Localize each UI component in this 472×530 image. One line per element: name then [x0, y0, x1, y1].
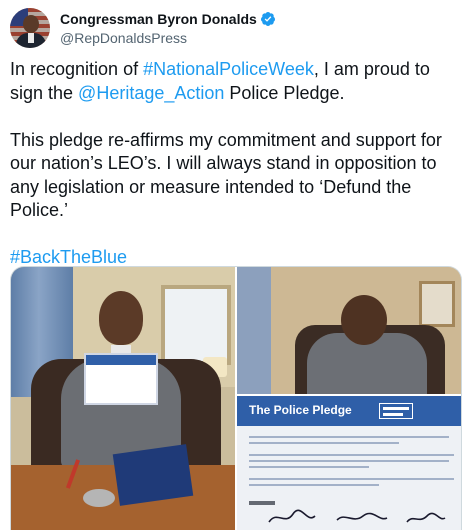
photo-signing-pledge[interactable] [11, 267, 235, 530]
author-display-name[interactable]: Congressman Byron Donalds [60, 11, 257, 27]
pledge-document-title: The Police Pledge [249, 403, 352, 417]
avatar[interactable] [10, 8, 50, 48]
tweet: Congressman Byron Donalds @RepDonaldsPre… [0, 0, 472, 530]
media-grid: The Police Pledge [10, 266, 462, 530]
tweet-header: Congressman Byron Donalds @RepDonaldsPre… [10, 8, 462, 48]
author-names: Congressman Byron Donalds @RepDonaldsPre… [60, 10, 276, 46]
tweet-paragraph: This pledge re-affirms my commitment and… [10, 129, 442, 221]
pledge-document-header: The Police Pledge [237, 396, 461, 426]
text-segment: In recognition of [10, 59, 144, 79]
photo-pledge-document[interactable]: The Police Pledge [237, 396, 461, 530]
hashtag-link[interactable]: #NationalPoliceWeek [143, 59, 314, 79]
verified-badge-icon [260, 12, 275, 26]
tweet-text: In recognition of #NationalPoliceWeek, I… [10, 58, 462, 270]
text-segment: Police Pledge. [224, 82, 345, 103]
heritage-action-logo-icon [379, 403, 413, 419]
author-handle[interactable]: @RepDonaldsPress [60, 30, 276, 46]
photo-signing-desk[interactable] [237, 267, 461, 394]
mention-link[interactable]: @Heritage_Action [78, 83, 224, 103]
hashtag-link[interactable]: #BackTheBlue [10, 247, 127, 267]
signature-icon [268, 509, 446, 523]
tweet-paragraph: In recognition of #NationalPoliceWeek, I… [10, 58, 462, 105]
